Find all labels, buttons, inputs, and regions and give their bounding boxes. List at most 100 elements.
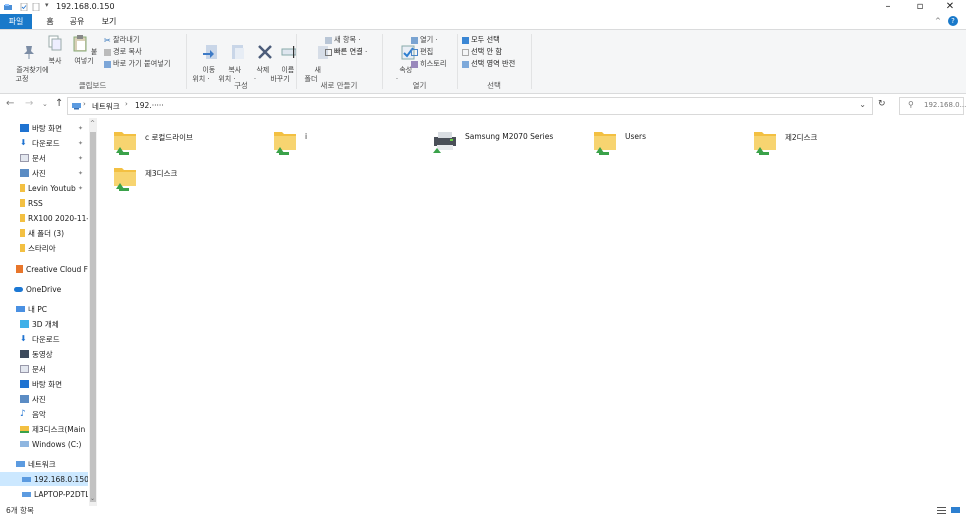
list-item[interactable]: 제3디스크 bbox=[110, 162, 177, 198]
file-list: c 로컬드라이브 i Samsung M2070 Series Users 제2… bbox=[100, 118, 966, 506]
tab-view[interactable]: 보기 bbox=[98, 14, 120, 29]
sidebar-item-folder[interactable]: 스타리아 bbox=[0, 241, 88, 255]
sidebar-item-label: RSS bbox=[28, 198, 43, 208]
sidebar-item-this-pc[interactable]: 내 PC bbox=[0, 302, 88, 316]
select-group: 모두 선택 선택 안 함 선택 영역 반전 선택 bbox=[458, 30, 530, 93]
address-dropdown-icon[interactable]: ⌄ bbox=[859, 100, 866, 109]
select-all-icon bbox=[462, 36, 469, 44]
recent-locations-button[interactable]: ⌄ bbox=[42, 100, 48, 108]
list-item[interactable]: i bbox=[270, 126, 307, 162]
ribbon-tabs: 파일 홈 공유 보기 ^ ? bbox=[0, 14, 966, 29]
tab-home[interactable]: 홈 bbox=[40, 14, 60, 29]
scroll-up-icon[interactable]: ^ bbox=[90, 120, 95, 127]
sidebar-item-music[interactable]: ♪ 음악 bbox=[0, 407, 88, 421]
sidebar-item-label: 사진 bbox=[32, 168, 46, 178]
quick-access-dropdown-icon[interactable]: ▾ bbox=[45, 1, 53, 9]
list-item[interactable]: c 로컬드라이브 bbox=[110, 126, 193, 162]
sidebar-item-folder[interactable]: RX100 2020-11- bbox=[0, 211, 88, 225]
clipboard-group: 즐겨찾기에 고정 복사 붙여넣기 ✂ 잘라내기 경로 복사 바로 가기 붙여넣기 … bbox=[0, 30, 185, 93]
sidebar-item-documents[interactable]: 문서 bbox=[0, 362, 88, 376]
invert-selection-button[interactable]: 선택 영역 반전 bbox=[462, 59, 515, 69]
copy-path-button[interactable]: 경로 복사 bbox=[104, 47, 142, 57]
sidebar-item-label: OneDrive bbox=[26, 284, 62, 294]
sidebar-item-folder[interactable]: 새 폴더 (3) bbox=[0, 226, 88, 240]
open-button[interactable]: 열기 · bbox=[411, 35, 438, 45]
sidebar-item-3d-objects[interactable]: 3D 개체 bbox=[0, 317, 88, 331]
scroll-down-icon[interactable]: ⌄ bbox=[90, 495, 95, 502]
history-button[interactable]: 히스토리 bbox=[411, 59, 446, 69]
address-row: ← → ⌄ ↑ › 네트워크 › 192.····· ⌄ ↻ ⚲ 192.168… bbox=[0, 95, 966, 115]
copy-path-label: 경로 복사 bbox=[113, 47, 142, 56]
scrollbar-thumb[interactable] bbox=[90, 132, 96, 502]
pin-icon: ✦ bbox=[78, 184, 84, 192]
sidebar-item-pictures[interactable]: 사진 ✦ bbox=[0, 166, 88, 180]
edit-button[interactable]: 편집 bbox=[411, 47, 433, 57]
easy-access-button[interactable]: 빠른 연결 · bbox=[325, 47, 367, 57]
breadcrumb-chevron-icon: › bbox=[83, 100, 86, 108]
close-button[interactable]: ✕ bbox=[940, 1, 960, 12]
breadcrumb-host[interactable]: 192.····· bbox=[135, 101, 164, 110]
address-bar[interactable]: › 네트워크 › 192.····· ⌄ bbox=[67, 97, 873, 115]
search-placeholder: 192.168.0... bbox=[924, 101, 966, 109]
minimize-button[interactable]: – bbox=[878, 1, 898, 12]
sidebar-item-label: 음악 bbox=[32, 409, 46, 419]
sidebar-item-desktop[interactable]: 바탕 화면 ✦ bbox=[0, 121, 88, 135]
item-label: 제3디스크 bbox=[145, 169, 178, 178]
properties-quick-icon[interactable] bbox=[20, 3, 28, 11]
maximize-button[interactable]: ▫ bbox=[910, 1, 930, 12]
list-item[interactable]: 제2디스크 bbox=[750, 126, 817, 162]
music-note-icon: ♪ bbox=[20, 409, 26, 419]
search-input[interactable]: ⚲ 192.168.0... bbox=[899, 97, 966, 115]
sidebar-item-folder[interactable]: RSS bbox=[0, 196, 88, 210]
sidebar-item-network[interactable]: 네트워크 bbox=[0, 457, 88, 471]
pictures-icon bbox=[20, 395, 29, 403]
sidebar-item-label: 새 폴더 (3) bbox=[28, 228, 65, 238]
shared-drive-icon bbox=[20, 425, 29, 433]
paste-button[interactable]: 붙여넣기 bbox=[68, 34, 100, 66]
list-item[interactable]: Users bbox=[590, 126, 646, 162]
large-icons-view-icon[interactable] bbox=[951, 506, 960, 514]
details-view-icon[interactable] bbox=[937, 506, 946, 514]
new-folder-quick-icon[interactable] bbox=[32, 3, 40, 11]
item-label: Users bbox=[625, 132, 647, 141]
forward-button[interactable]: → bbox=[25, 98, 33, 109]
printer-icon bbox=[433, 132, 456, 153]
tab-share[interactable]: 공유 bbox=[66, 14, 88, 29]
shared-folder-icon bbox=[274, 132, 296, 155]
sidebar-item-label: 바탕 화면 bbox=[32, 123, 62, 133]
help-icon[interactable]: ? bbox=[948, 16, 958, 26]
back-button[interactable]: ← bbox=[6, 98, 14, 109]
sidebar-item-laptop[interactable]: LAPTOP-P2DTLK bbox=[0, 487, 88, 501]
sidebar-item-pictures[interactable]: 사진 bbox=[0, 392, 88, 406]
list-item[interactable]: Samsung M2070 Series bbox=[430, 126, 553, 162]
refresh-button[interactable]: ↻ bbox=[878, 99, 886, 109]
sidebar-item-label: 제3디스크(Main bbox=[32, 424, 86, 434]
sidebar-item-documents[interactable]: 문서 ✦ bbox=[0, 151, 88, 165]
divider bbox=[531, 34, 532, 89]
paste-shortcut-button[interactable]: 바로 가기 붙여넣기 bbox=[104, 59, 170, 69]
sidebar-scrollbar[interactable]: ^ ⌄ bbox=[89, 118, 97, 506]
sidebar-item-drive[interactable]: 제3디스크(Main bbox=[0, 422, 88, 436]
cut-button[interactable]: ✂ 잘라내기 bbox=[104, 35, 139, 45]
sidebar-item-onedrive[interactable]: OneDrive bbox=[0, 282, 88, 296]
sidebar-item-desktop[interactable]: 바탕 화면 bbox=[0, 377, 88, 391]
new-item-button[interactable]: 새 항목 · bbox=[325, 35, 361, 45]
select-all-button[interactable]: 모두 선택 bbox=[462, 35, 500, 45]
sidebar-item-videos[interactable]: 동영상 bbox=[0, 347, 88, 361]
select-none-button[interactable]: 선택 안 함 bbox=[462, 47, 502, 57]
ribbon: 즐겨찾기에 고정 복사 붙여넣기 ✂ 잘라내기 경로 복사 바로 가기 붙여넣기 … bbox=[0, 29, 966, 94]
copy-button[interactable]: 복사 bbox=[45, 34, 65, 66]
new-group-label: 새로 만들기 bbox=[320, 81, 358, 90]
ribbon-collapse-icon[interactable]: ^ bbox=[935, 17, 941, 25]
shared-folder-icon bbox=[114, 132, 136, 155]
tab-file[interactable]: 파일 bbox=[0, 14, 32, 29]
sidebar-item-downloads[interactable]: ⬇ 다운로드 ✦ bbox=[0, 136, 88, 150]
network-computer-icon bbox=[22, 491, 31, 497]
up-button[interactable]: ↑ bbox=[55, 98, 63, 109]
sidebar-item-folder[interactable]: Levin Youtub ✦ bbox=[0, 181, 88, 195]
breadcrumb-network[interactable]: 네트워크 bbox=[92, 101, 120, 112]
sidebar-item-windows-drive[interactable]: Windows (C:) bbox=[0, 437, 88, 451]
sidebar-item-creative-cloud[interactable]: Creative Cloud Fil bbox=[0, 262, 88, 276]
sidebar-item-host-selected[interactable]: 192.168.0.150 bbox=[0, 472, 88, 486]
sidebar-item-downloads[interactable]: ⬇ 다운로드 bbox=[0, 332, 88, 346]
